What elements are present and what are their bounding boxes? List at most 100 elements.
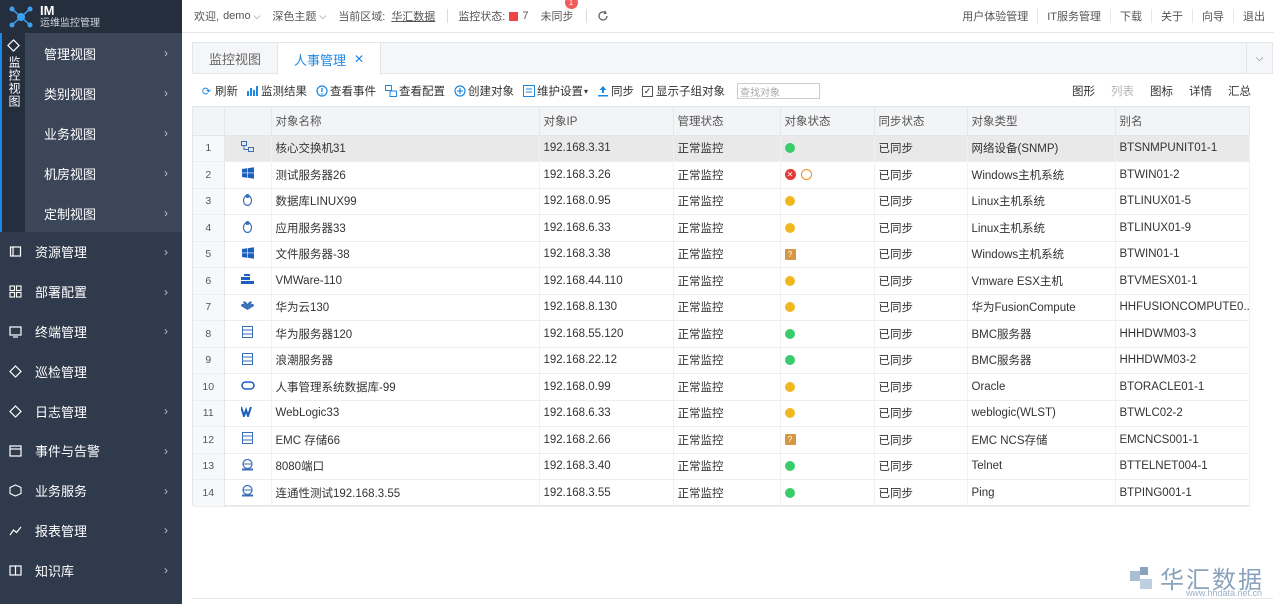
sidebar-item-resource[interactable]: 资源管理 › [0,232,182,272]
sidebar-item-knowledge[interactable]: 知识库 › [0,550,182,590]
cell-name[interactable]: EMC 存储66 [271,426,540,453]
col-header[interactable]: 别名 [1115,107,1250,136]
col-header[interactable]: 对象类型 [967,107,1116,136]
cell-ip: 192.168.22.12 [539,347,674,374]
region: 当前区域: 华汇数据 [338,8,435,24]
view-config-button[interactable]: 查看配置 [384,83,445,99]
refresh-icon[interactable] [597,10,609,22]
cell-name[interactable]: VMWare-110 [271,267,540,294]
view-graph[interactable]: 图形 [1072,83,1095,99]
view-summary[interactable]: 汇总 [1228,83,1251,99]
link-it-service[interactable]: IT服务管理 [1037,9,1110,23]
sidebar-item-events[interactable]: 事件与告警 › [0,431,182,471]
table-row[interactable]: 12 EMC 存储66 192.168.2.66 正常监控 ? 已同步 EMC … [193,426,1250,453]
tab-hr-management[interactable]: 人事管理 ✕ [277,43,382,75]
cell-mgmt-status: 正常监控 [673,294,781,321]
chevron-right-icon: › [164,126,168,140]
chevron-down-icon: ⌵ [319,10,327,21]
table-row[interactable]: 14 连通性测试192.168.3.55 192.168.3.55 正常监控 已… [193,479,1250,506]
cell-name[interactable]: 华为云130 [271,294,540,321]
table-row[interactable]: 6 VMWare-110 192.168.44.110 正常监控 已同步 Vmw… [193,267,1250,294]
cell-name[interactable]: 测试服务器26 [271,161,540,188]
cell-mgmt-status: 正常监控 [673,373,781,400]
tab-dropdown-button[interactable]: ⌵ [1246,43,1272,74]
refresh-button[interactable]: ⟳ 刷新 [200,83,238,99]
cell-name[interactable]: 文件服务器-38 [271,241,540,268]
subnav-item-custom[interactable]: 定制视图 › [25,193,182,233]
table-row[interactable]: 10 人事管理系统数据库-99 192.168.0.99 正常监控 已同步 Or… [193,373,1250,400]
monitor-results-button[interactable]: 监测结果 [246,83,307,99]
sync-button[interactable]: 同步 [596,83,634,99]
region-link[interactable]: 华汇数据 [391,8,435,24]
user-menu[interactable]: 欢迎, demo ⌵ [194,8,260,24]
view-events-button[interactable]: 查看事件 [315,83,376,99]
tab-monitor-view[interactable]: 监控视图 [193,43,277,74]
col-header[interactable]: 管理状态 [673,107,781,136]
subnav-item-business[interactable]: 业务视图 › [25,113,182,153]
cell-name[interactable]: 浪潮服务器 [271,347,540,374]
sidebar-item-terminal[interactable]: 终端管理 › [0,312,182,352]
row-number: 4 [193,214,225,241]
cell-object-status [780,135,875,162]
theme-selector[interactable]: 深色主题 ⌵ [272,8,326,24]
cell-name[interactable]: WebLogic33 [271,400,540,427]
cell-object-status: ? [780,426,875,453]
col-header[interactable]: 同步状态 [874,107,968,136]
cell-type: Ping [967,479,1116,506]
col-header[interactable]: 对象IP [539,107,674,136]
search-input[interactable]: 查找对象 [737,83,821,99]
subnav-item-category[interactable]: 类别视图 › [25,73,182,113]
table-row[interactable]: 1 核心交换机31 192.168.3.31 正常监控 已同步 网络设备(SNM… [193,135,1250,162]
maintenance-dropdown[interactable]: 维护设置 ▾ [522,83,588,99]
table-row[interactable]: 7 华为云130 192.168.8.130 正常监控 已同步 华为Fusion… [193,294,1250,321]
sidebar-item-report[interactable]: 报表管理 › [0,511,182,551]
col-header[interactable]: 对象名称 [271,107,540,136]
link-user-experience[interactable]: 用户体验管理 [953,9,1037,23]
unsync-status[interactable]: 未同步 1 [541,0,578,24]
table-row[interactable]: 3 数据库LINUX99 192.168.0.95 正常监控 已同步 Linux… [193,188,1250,215]
cell-name[interactable]: 连通性测试192.168.3.55 [271,479,540,506]
sidebar-item-inspect[interactable]: 巡检管理 [0,351,182,391]
table-row[interactable]: 4 应用服务器33 192.168.6.33 正常监控 已同步 Linux主机系… [193,214,1250,241]
cell-ip: 192.168.0.95 [539,188,674,215]
cell-name[interactable]: 数据库LINUX99 [271,188,540,215]
sidebar-section-monitor[interactable]: 监控视图 [0,33,25,232]
calendar-icon [8,444,22,458]
sidebar-item-log[interactable]: 日志管理 › [0,391,182,431]
cell-mgmt-status: 正常监控 [673,135,781,162]
view-icon[interactable]: 图标 [1150,83,1173,99]
cell-name[interactable]: 华为服务器120 [271,320,540,347]
close-icon[interactable]: ✕ [354,52,364,66]
top-bar: 欢迎, demo ⌵ 深色主题 ⌵ 当前区域: 华汇数据 监控状态: 7 未同步… [182,0,1274,33]
sidebar-item-deploy[interactable]: 部署配置 › [0,272,182,312]
view-detail[interactable]: 详情 [1189,83,1212,99]
cell-name[interactable]: 8080端口 [271,453,540,480]
cell-object-status [780,294,875,321]
link-guide[interactable]: 向导 [1192,9,1233,23]
subnav-item-manage[interactable]: 管理视图 › [25,33,182,73]
table-row[interactable]: 2 测试服务器26 192.168.3.26 正常监控 ✕ 已同步 Window… [193,161,1250,188]
subnav-item-room[interactable]: 机房视图 › [25,153,182,193]
monitor-status[interactable]: 监控状态: 7 [458,8,528,24]
table-row[interactable]: 5 文件服务器-38 192.168.3.38 正常监控 ? 已同步 Windo… [193,241,1250,268]
view-list[interactable]: 列表 [1111,83,1134,99]
cell-object-status [780,320,875,347]
cell-type: 网络设备(SNMP) [967,135,1116,162]
table-row[interactable]: 11 WebLogic33 192.168.6.33 正常监控 已同步 webl… [193,400,1250,427]
table-row[interactable]: 13 8080端口 192.168.3.40 正常监控 已同步 Telnet B… [193,453,1250,480]
cell-name[interactable]: 应用服务器33 [271,214,540,241]
show-children-checkbox[interactable]: ✓ 显示子组对象 [642,83,725,99]
cell-alias: BTVMESX01-1 [1115,267,1250,294]
cell-object-status [780,479,875,506]
table-row[interactable]: 8 华为服务器120 192.168.55.120 正常监控 已同步 BMC服务… [193,320,1250,347]
create-object-button[interactable]: 创建对象 [453,83,514,99]
col-header[interactable]: 对象状态 [780,107,875,136]
table-row[interactable]: 9 浪潮服务器 192.168.22.12 正常监控 已同步 BMC服务器 HH… [193,347,1250,374]
link-logout[interactable]: 退出 [1233,9,1274,23]
cell-name[interactable]: 核心交换机31 [271,135,540,162]
sidebar-item-business-service[interactable]: 业务服务 › [0,471,182,511]
link-download[interactable]: 下载 [1110,9,1151,23]
cell-name[interactable]: 人事管理系统数据库-99 [271,373,540,400]
chevron-down-icon: ⌵ [253,10,261,21]
link-about[interactable]: 关于 [1151,9,1192,23]
